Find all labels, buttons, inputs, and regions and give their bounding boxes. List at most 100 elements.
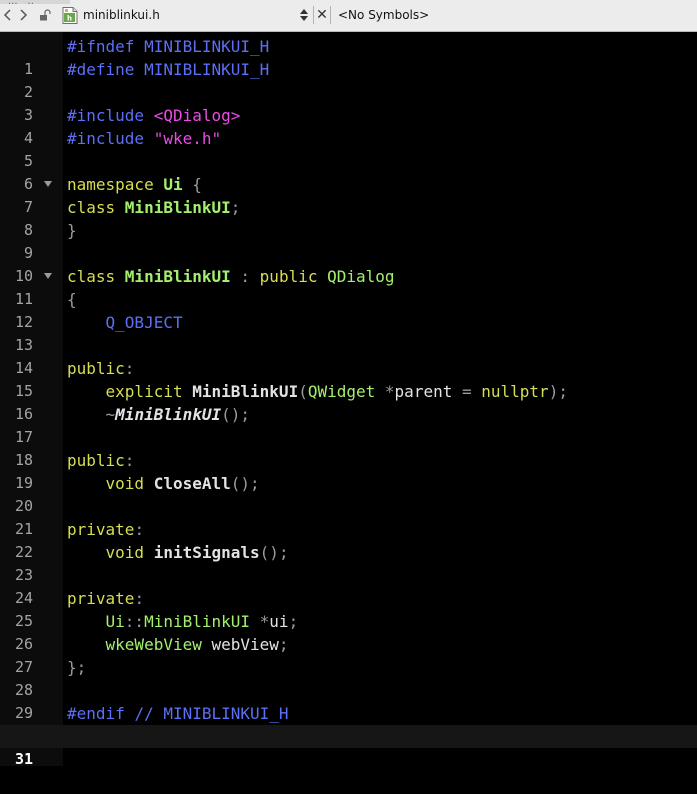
punct-token: :	[134, 589, 145, 608]
keyword-token: class	[67, 198, 125, 217]
fold-arrow-icon[interactable]	[44, 181, 52, 187]
header-file-icon: h	[62, 7, 78, 24]
svg-text:h: h	[67, 15, 72, 23]
identifier-token: parent	[394, 382, 453, 401]
symbols-label: <No Symbols>	[338, 8, 430, 22]
punct-token: ::	[124, 612, 145, 631]
punct-token: ~	[67, 405, 116, 424]
macro-token: Q_OBJECT	[67, 313, 183, 332]
code-line: 1 #ifndef MINIBLINKUI_H	[0, 35, 697, 78]
preprocessor-token: #define MINIBLINKUI_H	[67, 60, 270, 79]
code-line: 13 Q_OBJECT	[0, 311, 697, 354]
type-token: QDialog	[327, 267, 395, 286]
symbols-combo[interactable]: <No Symbols>	[338, 6, 429, 24]
punct-token: =	[452, 382, 482, 401]
keyword-token: public	[259, 267, 328, 286]
identifier-token: webView	[201, 635, 279, 654]
keyword-token: public	[67, 451, 125, 470]
punct-token: };	[67, 658, 87, 677]
code-line: 26 Ui::MiniBlinkUI *ui;	[0, 610, 697, 653]
code-line: 7 namespace Ui {	[0, 173, 697, 216]
window-title-stub: ... ..	[0, 0, 70, 7]
punct-token: (	[298, 382, 308, 401]
preprocessor-token: #include	[67, 129, 154, 148]
code-line: 21	[0, 495, 697, 538]
current-code-line[interactable]: 31	[0, 725, 697, 768]
punct-token: :	[124, 451, 135, 470]
type-token: wkeWebView	[67, 635, 202, 654]
code-line: 16 explicit MiniBlinkUI(QWidget *parent …	[0, 380, 697, 423]
code-line: 28 };	[0, 656, 697, 699]
keyword-token: explicit	[67, 382, 193, 401]
type-token: Ui	[67, 612, 125, 631]
code-line: 14	[0, 334, 697, 377]
punct-token: {	[182, 175, 202, 194]
close-icon: ✕	[316, 7, 328, 23]
window-title-text: ... ..	[8, 0, 34, 7]
function-token: initSignals	[153, 543, 260, 562]
keyword-token: public	[67, 359, 125, 378]
code-line: 6	[0, 150, 697, 193]
lock-icon[interactable]	[39, 9, 51, 21]
class-name-token: MiniBlinkUI	[124, 198, 231, 217]
punct-token: ;	[278, 635, 289, 654]
code-line: 2 #define MINIBLINKUI_H	[0, 58, 697, 101]
preprocessor-token: #include	[67, 106, 154, 125]
code-line: 10	[0, 242, 697, 285]
fold-arrow-icon[interactable]	[44, 273, 52, 279]
punct-token: ;	[230, 198, 241, 217]
forward-arrow-icon[interactable]	[15, 7, 31, 23]
open-file-combo[interactable]: miniblinkui.h	[83, 6, 309, 24]
code-line: 12 {	[0, 288, 697, 331]
code-line: 9 }	[0, 219, 697, 262]
preprocessor-token: #endif	[67, 704, 135, 723]
punct-token: ();	[230, 474, 260, 493]
open-file-name: miniblinkui.h	[83, 8, 160, 22]
code-editor[interactable]: 1 #ifndef MINIBLINKUI_H 2 #define MINIBL…	[0, 32, 697, 768]
punct-token: :	[134, 520, 145, 539]
type-token: QWidget	[307, 382, 376, 401]
preprocessor-token: #ifndef MINIBLINKUI_H	[67, 37, 270, 56]
keyword-token: class	[67, 267, 125, 286]
punct-token: }	[67, 221, 77, 240]
type-token: MiniBlinkUI	[144, 612, 251, 631]
code-line: 18	[0, 426, 697, 469]
keyword-token: namespace	[67, 175, 164, 194]
identifier-token: ui	[269, 612, 289, 631]
code-line: 15 public:	[0, 357, 697, 400]
punct-token: ();	[221, 405, 251, 424]
punct-token: *	[250, 612, 270, 631]
keyword-token: private	[67, 589, 135, 608]
punct-token: ();	[259, 543, 289, 562]
code-line: 19 public:	[0, 449, 697, 492]
include-path-token: "wke.h"	[153, 129, 222, 148]
code-line: 25 private:	[0, 587, 697, 630]
code-line: 5 #include "wke.h"	[0, 127, 697, 170]
close-document-button[interactable]: ✕	[313, 6, 331, 24]
current-line-number: 31	[14, 750, 33, 768]
code-line: 3	[0, 81, 697, 124]
keyword-token: void	[67, 474, 154, 493]
code-line: 27 wkeWebView webView;	[0, 633, 697, 676]
class-name-token: MiniBlinkUI	[124, 267, 231, 286]
punct-token: *	[375, 382, 395, 401]
code-line: 22 private:	[0, 518, 697, 561]
code-line: 11 class MiniBlinkUI : public QDialog	[0, 265, 697, 308]
back-arrow-icon[interactable]	[0, 7, 16, 23]
function-token: CloseAll	[153, 474, 231, 493]
punct-token: :	[230, 267, 260, 286]
destructor-token: MiniBlinkUI	[115, 405, 222, 424]
punct-token: ;	[288, 612, 299, 631]
code-line: 4 #include <QDialog>	[0, 104, 697, 147]
code-line: 17 ~MiniBlinkUI();	[0, 403, 697, 446]
punct-token: );	[548, 382, 568, 401]
code-line: 20 void CloseAll();	[0, 472, 697, 515]
comment-token: // MINIBLINKUI_H	[134, 704, 289, 723]
include-path-token: <QDialog>	[153, 106, 241, 125]
class-name-token: Ui	[163, 175, 183, 194]
punct-token: {	[67, 290, 77, 309]
keyword-token: nullptr	[481, 382, 549, 401]
function-token: MiniBlinkUI	[192, 382, 299, 401]
code-line: 8 class MiniBlinkUI;	[0, 196, 697, 239]
keyword-token: void	[67, 543, 154, 562]
